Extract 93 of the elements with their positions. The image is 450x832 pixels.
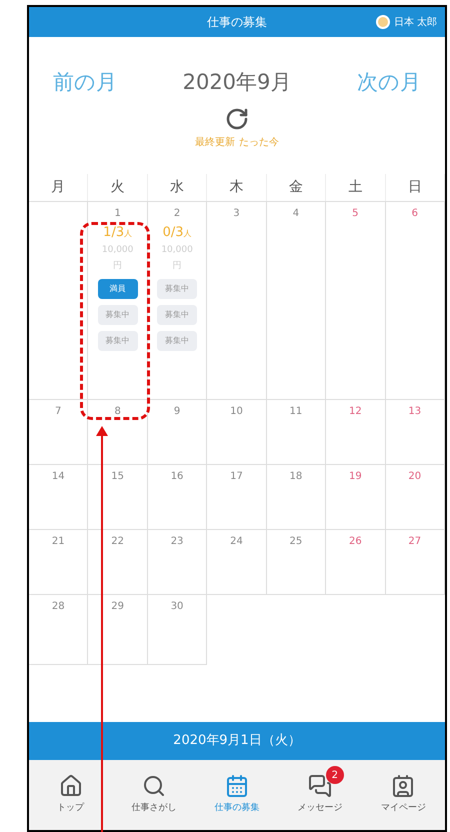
next-month-link[interactable]: 次の月 (357, 67, 421, 98)
day-number: 26 (348, 534, 362, 548)
day-number: 2 (174, 206, 180, 220)
weekday-header: 土 (326, 174, 386, 200)
day-number: 16 (170, 470, 184, 484)
user-name: 日本 太郎 (394, 16, 437, 30)
previous-month-link[interactable]: 前の月 (53, 67, 117, 98)
day-number: 30 (170, 600, 184, 614)
day-number: 13 (408, 404, 422, 418)
calendar-day[interactable]: 18 (266, 464, 326, 530)
slot-status-button[interactable]: 募集中 (98, 305, 138, 325)
weekday-header: 日 (386, 174, 445, 200)
calendar-day[interactable]: 29 (88, 594, 148, 664)
nav-tab[interactable]: 仕事の募集 (195, 760, 279, 830)
chat-bubbles-icon (308, 774, 332, 798)
day-number: 24 (230, 534, 243, 548)
calendar-day[interactable]: 7 (29, 400, 88, 464)
calendar-day[interactable]: 14 (29, 464, 88, 530)
day-number: 5 (352, 206, 359, 220)
day-number: 21 (52, 534, 65, 548)
day-number: 14 (52, 470, 65, 484)
avatar-icon (376, 15, 390, 29)
calendar-day[interactable]: 21 (29, 530, 88, 594)
slot-status-button[interactable]: 募集中 (157, 279, 198, 299)
day-number: 25 (290, 534, 302, 548)
day-number: 1 (114, 206, 121, 220)
calendar-icon (224, 774, 249, 798)
unread-badge: 2 (326, 766, 344, 784)
day-number: 9 (174, 404, 180, 418)
nav-tab[interactable]: マイページ (362, 760, 445, 830)
calendar-day[interactable]: 12 (326, 400, 386, 464)
day-number: 18 (290, 470, 302, 484)
search-icon (142, 774, 166, 798)
calendar-day[interactable]: 28 (29, 594, 88, 664)
slot-status-button[interactable]: 募集中 (98, 331, 138, 351)
id-card-icon (391, 774, 416, 798)
calendar-day[interactable]: 9 (148, 400, 208, 464)
day-number: 28 (52, 600, 65, 614)
day-number: 7 (55, 404, 62, 418)
header-title: 仕事の募集 (207, 14, 267, 31)
calendar-day[interactable]: 15 (88, 464, 148, 530)
calendar-day[interactable]: 13 (386, 400, 445, 464)
day-number: 23 (170, 534, 184, 548)
slot-status-button[interactable]: 募集中 (157, 305, 198, 325)
calendar-day[interactable]: 5 (326, 202, 386, 400)
weekday-header: 金 (266, 174, 326, 200)
calendar-day[interactable]: 23 (148, 530, 208, 594)
day-number: 6 (412, 206, 418, 220)
selected-date: 2020年9月1日（火） (173, 732, 301, 750)
applicant-count: 1/3人 (103, 224, 132, 242)
calendar-day[interactable]: 10 (207, 400, 267, 464)
slot-status-button[interactable]: 満員 (98, 279, 138, 299)
day-number: 19 (348, 470, 362, 484)
weekday-header: 木 (207, 174, 267, 200)
weekday-header: 月 (29, 174, 88, 200)
calendar-day[interactable]: 6 (386, 202, 445, 400)
weekday-header: 水 (148, 174, 208, 200)
day-number: 12 (348, 404, 362, 418)
day-number: 4 (292, 206, 300, 220)
day-number: 3 (233, 206, 240, 220)
day-number: 15 (111, 470, 124, 484)
calendar-day[interactable]: 4 (266, 202, 326, 400)
nav-tab[interactable]: 仕事さがし (112, 760, 196, 830)
calendar-day[interactable]: 3 (207, 202, 267, 400)
calendar-day[interactable]: 20 (386, 464, 445, 530)
last-updated-value: たった今 (239, 136, 279, 150)
day-number: 27 (408, 534, 422, 548)
day-number: 29 (111, 600, 124, 614)
day-number: 22 (111, 534, 124, 548)
last-updated-label: 最終更新 (195, 136, 235, 150)
applicant-count: 0/3人 (162, 224, 192, 242)
calendar-day[interactable]: 30 (148, 594, 208, 664)
weekday-header: 火 (88, 174, 148, 200)
day-number: 8 (114, 404, 121, 418)
calendar-day[interactable]: 27 (386, 530, 445, 594)
slot-status-button[interactable]: 募集中 (157, 331, 198, 351)
day-number: 11 (290, 404, 302, 418)
month-title: 2020年9月 (182, 69, 292, 96)
home-icon (58, 774, 83, 798)
calendar-day[interactable]: 17 (207, 464, 267, 530)
calendar-day[interactable]: 22 (88, 530, 148, 594)
calendar-day[interactable]: 24 (207, 530, 267, 594)
day-number: 10 (230, 404, 243, 418)
day-number: 17 (230, 470, 243, 484)
calendar-day[interactable]: 11 (266, 400, 326, 464)
nav-tab[interactable]: メッセージ 2 (278, 760, 362, 830)
calendar-day[interactable]: 16 (148, 464, 208, 530)
calendar-day[interactable]: 25 (266, 530, 326, 594)
day-number: 20 (408, 470, 422, 484)
refresh-icon[interactable] (225, 106, 249, 130)
nav-tab[interactable]: トップ (29, 760, 112, 830)
calendar-day[interactable]: 19 (326, 464, 386, 530)
calendar-day[interactable]: 26 (326, 530, 386, 594)
